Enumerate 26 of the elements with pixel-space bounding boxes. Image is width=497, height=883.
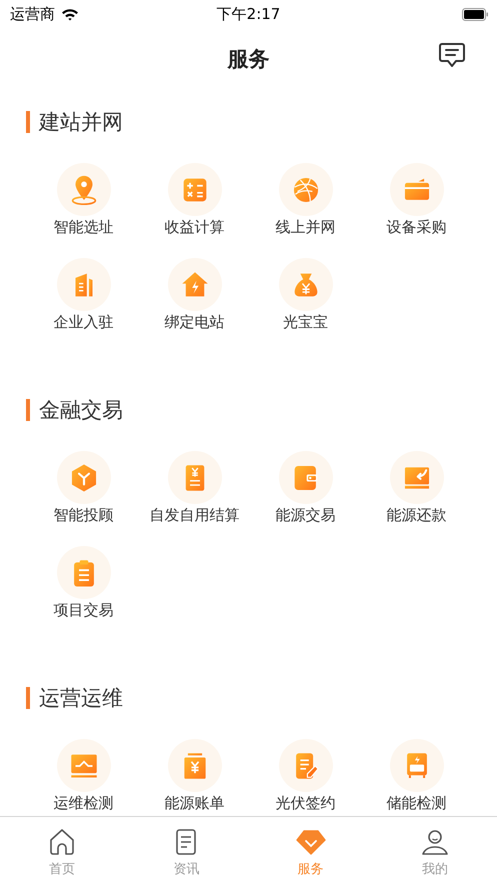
service-button[interactable]: 光宝宝 <box>250 258 361 333</box>
service-button[interactable]: 储能检测 <box>361 739 472 814</box>
service-button[interactable]: 运维检测 <box>28 739 139 814</box>
service-button[interactable]: 能源交易 <box>250 451 361 526</box>
service-button[interactable]: 光伏签约 <box>250 739 361 814</box>
carrier-name: 运营商 <box>10 4 55 24</box>
section-title: 运营运维 <box>39 685 123 712</box>
service-button[interactable]: 企业入驻 <box>28 258 139 333</box>
service-button[interactable]: 自发自用结算 <box>139 451 250 526</box>
service-button[interactable]: 能源还款 <box>361 451 472 526</box>
battery-icon <box>462 8 489 20</box>
service-button[interactable]: 线上并网 <box>250 163 361 238</box>
service-button[interactable]: 智能投顾 <box>28 451 139 526</box>
service-button[interactable]: 智能选址 <box>28 163 139 238</box>
clock-time: 下午2:17 <box>216 4 280 24</box>
service-button[interactable]: 绑定电站 <box>139 258 250 333</box>
service-button[interactable]: 能源账单 <box>139 739 250 814</box>
wifi-icon <box>61 8 79 20</box>
service-button[interactable]: 项目交易 <box>28 546 139 621</box>
service-button[interactable]: 收益计算 <box>139 163 250 238</box>
person-icon <box>420 827 450 857</box>
section-title: 建站并网 <box>39 109 123 136</box>
service-button[interactable]: 设备采购 <box>361 163 472 238</box>
section-title: 金融交易 <box>39 397 123 424</box>
page-title: 服务 <box>228 46 270 73</box>
message-icon[interactable] <box>437 40 467 70</box>
